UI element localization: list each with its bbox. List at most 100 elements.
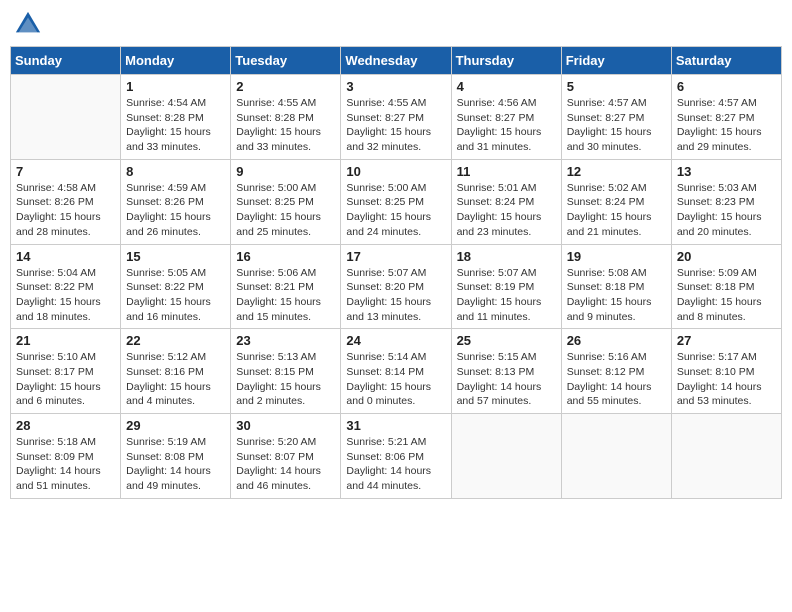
day-number: 25 <box>457 333 556 348</box>
day-info: Sunrise: 5:10 AM Sunset: 8:17 PM Dayligh… <box>16 350 115 409</box>
day-number: 12 <box>567 164 666 179</box>
day-cell: 27 Sunrise: 5:17 AM Sunset: 8:10 PM Dayli… <box>671 329 781 414</box>
day-number: 11 <box>457 164 556 179</box>
day-cell: 15 Sunrise: 5:05 AM Sunset: 8:22 PM Dayli… <box>121 244 231 329</box>
day-info: Sunrise: 5:02 AM Sunset: 8:24 PM Dayligh… <box>567 181 666 240</box>
week-row-5: 28 Sunrise: 5:18 AM Sunset: 8:09 PM Dayli… <box>11 414 782 499</box>
day-number: 14 <box>16 249 115 264</box>
week-row-2: 7 Sunrise: 4:58 AM Sunset: 8:26 PM Daylig… <box>11 159 782 244</box>
day-number: 10 <box>346 164 445 179</box>
day-number: 13 <box>677 164 776 179</box>
day-number: 16 <box>236 249 335 264</box>
day-info: Sunrise: 4:59 AM Sunset: 8:26 PM Dayligh… <box>126 181 225 240</box>
logo <box>14 10 46 38</box>
day-info: Sunrise: 5:20 AM Sunset: 8:07 PM Dayligh… <box>236 435 335 494</box>
day-info: Sunrise: 5:04 AM Sunset: 8:22 PM Dayligh… <box>16 266 115 325</box>
day-number: 28 <box>16 418 115 433</box>
day-cell: 17Sunrise: 5:07 AM Sunset: 8:20 PM Dayli… <box>341 244 451 329</box>
day-cell <box>671 414 781 499</box>
weekday-header-friday: Friday <box>561 47 671 75</box>
day-info: Sunrise: 5:14 AM Sunset: 8:14 PM Dayligh… <box>346 350 445 409</box>
day-info: Sunrise: 4:58 AM Sunset: 8:26 PM Dayligh… <box>16 181 115 240</box>
day-info: Sunrise: 5:13 AM Sunset: 8:15 PM Dayligh… <box>236 350 335 409</box>
day-info: Sunrise: 5:07 AM Sunset: 8:20 PM Dayligh… <box>346 266 445 325</box>
day-number: 27 <box>677 333 776 348</box>
day-info: Sunrise: 5:12 AM Sunset: 8:16 PM Dayligh… <box>126 350 225 409</box>
day-cell: 14 Sunrise: 5:04 AM Sunset: 8:22 PM Dayli… <box>11 244 121 329</box>
day-cell: 13 Sunrise: 5:03 AM Sunset: 8:23 PM Dayli… <box>671 159 781 244</box>
day-cell: 6Sunrise: 4:57 AM Sunset: 8:27 PM Daylig… <box>671 75 781 160</box>
day-number: 7 <box>16 164 115 179</box>
day-number: 1 <box>126 79 225 94</box>
day-cell: 31Sunrise: 5:21 AM Sunset: 8:06 PM Dayli… <box>341 414 451 499</box>
day-number: 2 <box>236 79 335 94</box>
day-number: 31 <box>346 418 445 433</box>
page-header <box>10 10 782 38</box>
day-number: 21 <box>16 333 115 348</box>
day-info: Sunrise: 4:54 AM Sunset: 8:28 PM Dayligh… <box>126 96 225 155</box>
day-info: Sunrise: 5:18 AM Sunset: 8:09 PM Dayligh… <box>16 435 115 494</box>
day-cell: 30 Sunrise: 5:20 AM Sunset: 8:07 PM Dayli… <box>231 414 341 499</box>
day-cell: 1 Sunrise: 4:54 AM Sunset: 8:28 PM Daylig… <box>121 75 231 160</box>
day-cell: 3 Sunrise: 4:55 AM Sunset: 8:27 PM Daylig… <box>341 75 451 160</box>
day-number: 3 <box>346 79 445 94</box>
day-cell <box>451 414 561 499</box>
day-cell: 24 Sunrise: 5:14 AM Sunset: 8:14 PM Dayli… <box>341 329 451 414</box>
day-cell: 23 Sunrise: 5:13 AM Sunset: 8:15 PM Dayli… <box>231 329 341 414</box>
week-row-3: 14 Sunrise: 5:04 AM Sunset: 8:22 PM Dayli… <box>11 244 782 329</box>
day-info: Sunrise: 5:06 AM Sunset: 8:21 PM Dayligh… <box>236 266 335 325</box>
day-number: 23 <box>236 333 335 348</box>
day-info: Sunrise: 5:09 AM Sunset: 8:18 PM Dayligh… <box>677 266 776 325</box>
day-info: Sunrise: 5:01 AM Sunset: 8:24 PM Dayligh… <box>457 181 556 240</box>
day-info: Sunrise: 5:03 AM Sunset: 8:23 PM Dayligh… <box>677 181 776 240</box>
day-cell <box>561 414 671 499</box>
day-info: Sunrise: 4:55 AM Sunset: 8:28 PM Dayligh… <box>236 96 335 155</box>
weekday-header-thursday: Thursday <box>451 47 561 75</box>
day-cell: 9Sunrise: 5:00 AM Sunset: 8:25 PM Daylig… <box>231 159 341 244</box>
day-cell: 11 Sunrise: 5:01 AM Sunset: 8:24 PM Dayli… <box>451 159 561 244</box>
week-row-4: 21 Sunrise: 5:10 AM Sunset: 8:17 PM Dayli… <box>11 329 782 414</box>
day-number: 30 <box>236 418 335 433</box>
day-info: Sunrise: 5:19 AM Sunset: 8:08 PM Dayligh… <box>126 435 225 494</box>
day-cell: 26 Sunrise: 5:16 AM Sunset: 8:12 PM Dayli… <box>561 329 671 414</box>
day-info: Sunrise: 4:55 AM Sunset: 8:27 PM Dayligh… <box>346 96 445 155</box>
day-number: 9 <box>236 164 335 179</box>
week-row-1: 1 Sunrise: 4:54 AM Sunset: 8:28 PM Daylig… <box>11 75 782 160</box>
day-info: Sunrise: 5:08 AM Sunset: 8:18 PM Dayligh… <box>567 266 666 325</box>
day-info: Sunrise: 5:15 AM Sunset: 8:13 PM Dayligh… <box>457 350 556 409</box>
day-cell <box>11 75 121 160</box>
day-number: 15 <box>126 249 225 264</box>
weekday-header-tuesday: Tuesday <box>231 47 341 75</box>
day-number: 18 <box>457 249 556 264</box>
day-cell: 16 Sunrise: 5:06 AM Sunset: 8:21 PM Dayli… <box>231 244 341 329</box>
day-number: 29 <box>126 418 225 433</box>
day-info: Sunrise: 4:57 AM Sunset: 8:27 PM Dayligh… <box>677 96 776 155</box>
calendar-table: SundayMondayTuesdayWednesdayThursdayFrid… <box>10 46 782 499</box>
weekday-header-saturday: Saturday <box>671 47 781 75</box>
day-cell: 8 Sunrise: 4:59 AM Sunset: 8:26 PM Daylig… <box>121 159 231 244</box>
day-cell: 19Sunrise: 5:08 AM Sunset: 8:18 PM Dayli… <box>561 244 671 329</box>
day-info: Sunrise: 5:00 AM Sunset: 8:25 PM Dayligh… <box>346 181 445 240</box>
weekday-header-wednesday: Wednesday <box>341 47 451 75</box>
day-number: 26 <box>567 333 666 348</box>
day-cell: 7 Sunrise: 4:58 AM Sunset: 8:26 PM Daylig… <box>11 159 121 244</box>
day-number: 5 <box>567 79 666 94</box>
day-cell: 12 Sunrise: 5:02 AM Sunset: 8:24 PM Dayli… <box>561 159 671 244</box>
day-number: 8 <box>126 164 225 179</box>
day-cell: 29 Sunrise: 5:19 AM Sunset: 8:08 PM Dayli… <box>121 414 231 499</box>
day-cell: 18Sunrise: 5:07 AM Sunset: 8:19 PM Dayli… <box>451 244 561 329</box>
day-number: 24 <box>346 333 445 348</box>
day-info: Sunrise: 5:16 AM Sunset: 8:12 PM Dayligh… <box>567 350 666 409</box>
day-info: Sunrise: 5:17 AM Sunset: 8:10 PM Dayligh… <box>677 350 776 409</box>
day-info: Sunrise: 5:05 AM Sunset: 8:22 PM Dayligh… <box>126 266 225 325</box>
day-cell: 5 Sunrise: 4:57 AM Sunset: 8:27 PM Daylig… <box>561 75 671 160</box>
day-cell: 4Sunrise: 4:56 AM Sunset: 8:27 PM Daylig… <box>451 75 561 160</box>
day-cell: 10 Sunrise: 5:00 AM Sunset: 8:25 PM Dayli… <box>341 159 451 244</box>
weekday-header-row: SundayMondayTuesdayWednesdayThursdayFrid… <box>11 47 782 75</box>
day-number: 22 <box>126 333 225 348</box>
day-info: Sunrise: 4:57 AM Sunset: 8:27 PM Dayligh… <box>567 96 666 155</box>
day-cell: 21 Sunrise: 5:10 AM Sunset: 8:17 PM Dayli… <box>11 329 121 414</box>
day-cell: 28 Sunrise: 5:18 AM Sunset: 8:09 PM Dayli… <box>11 414 121 499</box>
day-number: 4 <box>457 79 556 94</box>
day-number: 20 <box>677 249 776 264</box>
